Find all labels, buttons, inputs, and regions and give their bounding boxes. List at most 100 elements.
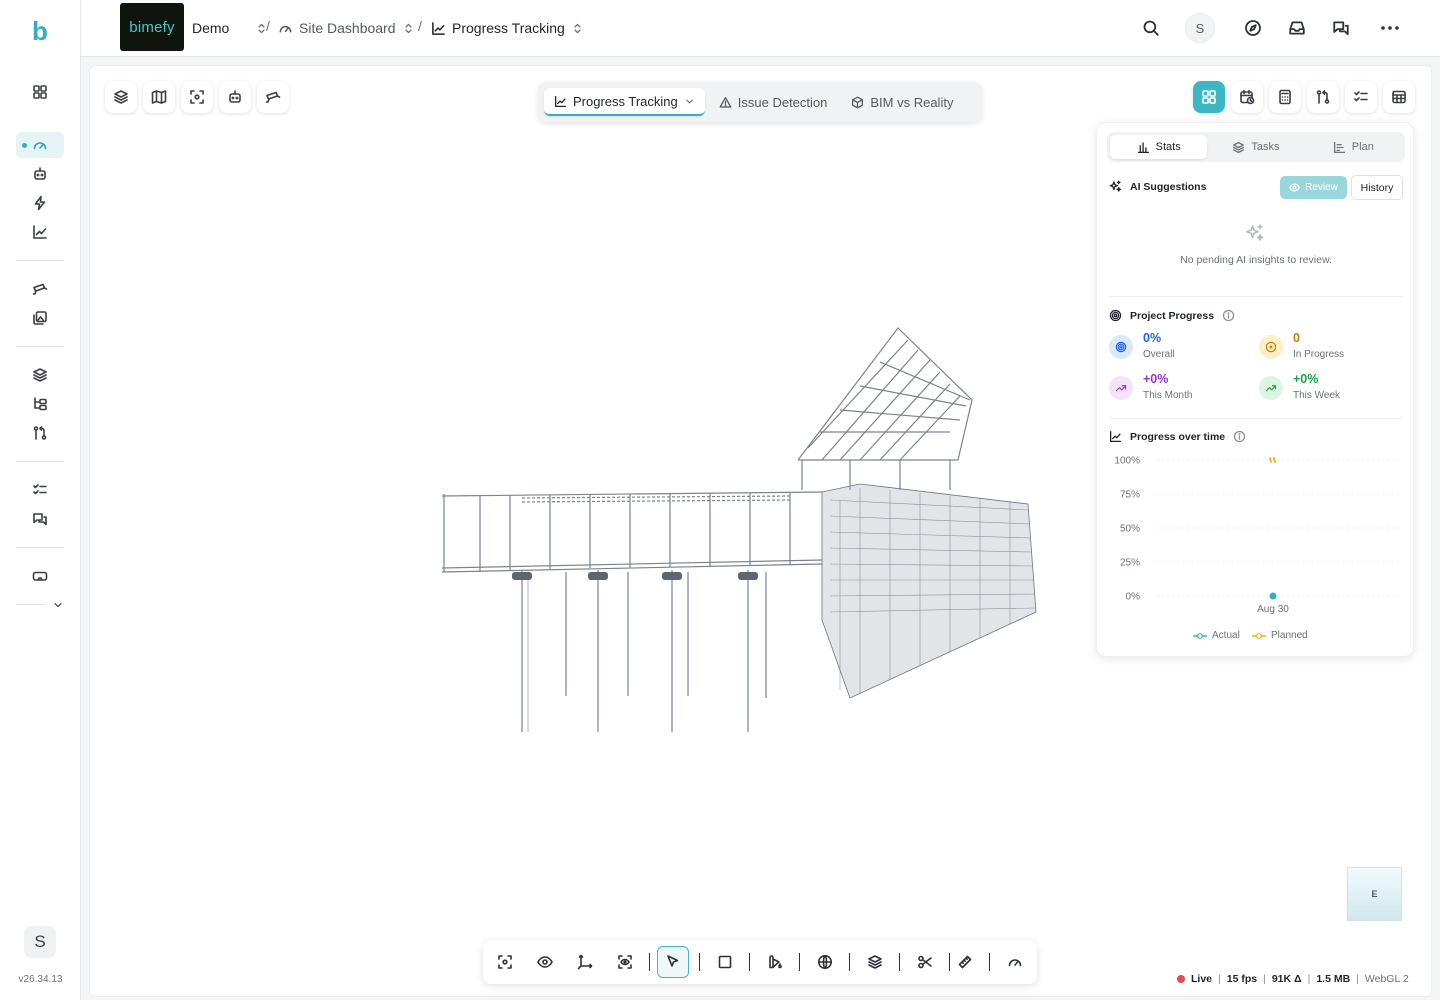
select-tool-button[interactable] — [657, 946, 689, 978]
triangle-count: 91K Δ — [1271, 973, 1302, 985]
ruler-icon — [958, 955, 972, 969]
toolbar-separator — [649, 953, 650, 971]
layers-icon[interactable] — [16, 362, 64, 388]
user-avatar[interactable]: S — [24, 926, 56, 958]
focus-icon — [190, 90, 204, 104]
chat-icon[interactable] — [16, 506, 64, 532]
legend-label: Planned — [1271, 630, 1308, 641]
chevron-down-icon[interactable] — [52, 599, 64, 611]
axis-icon — [577, 954, 593, 970]
git-compare-icon — [1316, 90, 1330, 104]
page-name: Progress Tracking — [452, 20, 565, 36]
legend-label: Actual — [1212, 630, 1240, 641]
layers-icon — [868, 955, 882, 969]
toolbar-separator — [989, 953, 990, 971]
brand-logo[interactable]: bimefy — [120, 3, 184, 51]
planned-series-swatch — [1252, 632, 1266, 639]
speed-button[interactable] — [999, 946, 1031, 978]
section-cut-button[interactable] — [909, 946, 941, 978]
mode-label: Issue Detection — [737, 94, 828, 110]
rail-divider — [16, 604, 46, 605]
robot-tool-button[interactable] — [219, 81, 251, 113]
compare-view-button[interactable] — [1307, 81, 1339, 113]
axis-button[interactable] — [569, 946, 601, 978]
globe-button[interactable] — [809, 946, 841, 978]
mode-label: BIM vs Reality — [870, 94, 954, 110]
line-chart-icon — [554, 95, 567, 107]
rail-divider — [16, 346, 64, 347]
hierarchy-icon[interactable] — [16, 391, 64, 417]
layers-tool-button[interactable] — [105, 81, 137, 113]
messages-icon[interactable] — [1332, 19, 1350, 37]
chevron-updown-icon — [404, 23, 412, 33]
line-chart-icon[interactable] — [16, 219, 64, 245]
gauge-icon — [1008, 959, 1022, 967]
robot-icon[interactable] — [16, 161, 64, 187]
map-tool-button[interactable] — [143, 81, 175, 113]
y-tick-label: 50% — [1120, 524, 1140, 535]
top-user-avatar[interactable]: S — [1185, 13, 1215, 43]
layers-button[interactable] — [859, 946, 891, 978]
scan-eye-icon — [618, 955, 632, 969]
legend-planned: Planned — [1252, 630, 1308, 641]
top-bar: bimefy Demo / Site Dashboard / Progress … — [81, 0, 1440, 57]
focus-object-button[interactable] — [609, 946, 641, 978]
toolbar-separator — [799, 953, 800, 971]
y-tick-label: 75% — [1120, 490, 1140, 501]
search-icon[interactable] — [1142, 19, 1160, 37]
dashboard-grid-icon — [1202, 90, 1216, 104]
bottom-toolbar — [483, 940, 1037, 984]
page-selector[interactable]: Progress Tracking — [431, 18, 584, 38]
mode-label: Progress Tracking — [573, 93, 678, 109]
paint-bucket-icon — [769, 955, 782, 969]
inbox-icon[interactable] — [1288, 19, 1306, 37]
focus-tool-button[interactable] — [181, 81, 213, 113]
y-tick-label: 100% — [1114, 456, 1140, 467]
compass-icon[interactable] — [1244, 19, 1262, 37]
git-compare-icon[interactable] — [16, 420, 64, 446]
table-view-button[interactable] — [1383, 81, 1415, 113]
focus-icon — [498, 955, 512, 969]
toolbar-separator — [899, 953, 900, 971]
renderer-label: WebGL 2 — [1364, 973, 1409, 985]
dashboard-view-button[interactable] — [1193, 81, 1225, 113]
globe-icon — [818, 955, 832, 969]
fit-view-button[interactable] — [489, 946, 521, 978]
measure-button[interactable] — [949, 946, 981, 978]
live-label: Live — [1191, 973, 1213, 985]
vr-headset-icon[interactable] — [16, 563, 64, 589]
camera-tool-button[interactable] — [257, 81, 289, 113]
box-select-button[interactable] — [709, 946, 741, 978]
toolbar-separator — [749, 953, 750, 971]
mode-bim-vs-reality[interactable]: BIM vs Reality — [841, 88, 963, 116]
bim-model-wireframe[interactable] — [430, 320, 1050, 740]
project-selector[interactable]: Demo — [192, 18, 268, 38]
more-icon[interactable] — [1380, 19, 1399, 37]
app-logo[interactable]: b — [28, 16, 52, 46]
toolbar-separator — [849, 953, 850, 971]
lightning-icon[interactable] — [16, 190, 64, 216]
render-status-bar: Live | 15 fps | 91K Δ | 1.5 MB | WebGL 2 — [1171, 968, 1415, 990]
checklist-view-button[interactable] — [1345, 81, 1377, 113]
live-indicator — [1177, 975, 1185, 983]
images-icon[interactable] — [16, 305, 64, 331]
calculator-view-button[interactable] — [1269, 81, 1301, 113]
visibility-button[interactable] — [529, 946, 561, 978]
schedule-view-button[interactable] — [1231, 81, 1263, 113]
app-version: v26.34.13 — [18, 974, 63, 985]
checklist-icon[interactable] — [16, 477, 64, 503]
mode-switcher: Progress Tracking Issue Detection BIM vs… — [538, 82, 982, 122]
section-selector[interactable]: Site Dashboard — [278, 18, 415, 38]
fps-readout: 15 fps — [1226, 973, 1258, 985]
rail-divider — [16, 461, 64, 462]
view-cube[interactable]: E — [1347, 867, 1402, 921]
mode-progress-tracking[interactable]: Progress Tracking — [544, 88, 705, 116]
mode-issue-detection[interactable]: Issue Detection — [709, 88, 838, 116]
paint-tool-button[interactable] — [759, 946, 791, 978]
dashboard-grid-icon[interactable] — [16, 79, 64, 105]
chevron-down-icon — [685, 99, 693, 103]
breadcrumb-separator: / — [418, 18, 422, 34]
cctv-camera-icon[interactable] — [16, 276, 64, 302]
gauge-icon[interactable] — [16, 132, 64, 158]
section-name: Site Dashboard — [299, 20, 396, 36]
